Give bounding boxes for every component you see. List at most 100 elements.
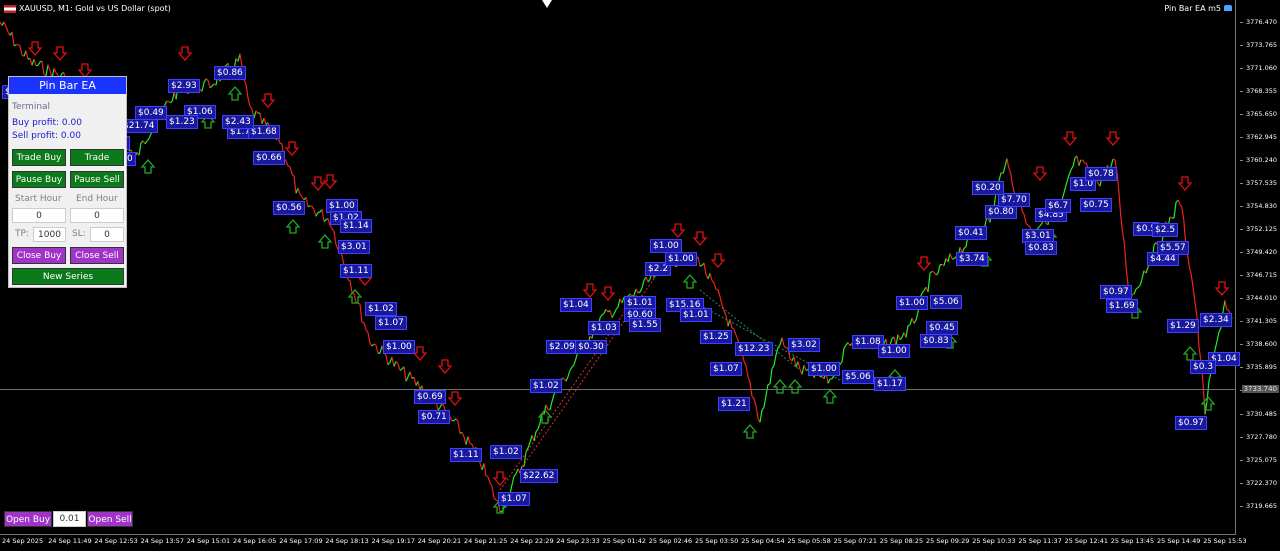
pause-sell-button[interactable]: Pause Sell xyxy=(70,171,124,188)
price-segment xyxy=(1009,168,1011,173)
profit-label: $0.97 xyxy=(1100,285,1132,299)
sell-arrow-icon xyxy=(262,94,274,107)
profit-label: $0.83 xyxy=(920,334,952,348)
sl-input[interactable]: 0 xyxy=(90,227,124,242)
profit-label: $1.01 xyxy=(680,308,712,322)
price-segment xyxy=(772,366,774,369)
price-segment xyxy=(18,45,20,46)
price-segment xyxy=(726,315,728,326)
open-sell-button[interactable]: Open Sell xyxy=(87,511,133,527)
buy-arrow-icon xyxy=(684,275,696,288)
price-segment xyxy=(298,188,300,194)
price-segment xyxy=(468,436,470,443)
price-segment xyxy=(376,345,378,353)
close-sell-button[interactable]: Close Sell xyxy=(70,247,124,264)
price-segment xyxy=(312,206,314,210)
price-segment xyxy=(908,325,910,326)
sell-profit: Sell profit: 0.00 xyxy=(12,131,81,141)
sell-arrow-icon xyxy=(439,360,451,373)
price-segment xyxy=(612,314,614,318)
price-segment xyxy=(934,272,936,275)
price-segment xyxy=(760,410,762,422)
price-segment xyxy=(714,283,716,290)
price-segment xyxy=(314,210,316,216)
profit-label: $3.02 xyxy=(788,338,820,352)
time-tick: 25 Sep 11:37 xyxy=(1018,537,1061,545)
profit-label: $3.01 xyxy=(338,240,370,254)
price-segment xyxy=(914,320,916,323)
end-hour-input[interactable]: 0 xyxy=(70,208,124,223)
panel-title[interactable]: Pin Bar EA xyxy=(9,77,126,94)
profit-label: $0.75 xyxy=(1080,198,1112,212)
time-axis[interactable]: 24 Sep 202524 Sep 11:4924 Sep 12:5324 Se… xyxy=(0,534,1236,551)
price-segment xyxy=(640,288,642,292)
price-segment xyxy=(900,337,902,340)
price-segment xyxy=(842,348,844,362)
price-segment xyxy=(1083,160,1085,163)
profit-label: $1.11 xyxy=(450,448,482,462)
profit-label: $1.02 xyxy=(365,302,397,316)
price-segment xyxy=(256,111,258,113)
price-axis[interactable]: 3776.4703773.7653771.0603768.3553765.650… xyxy=(1235,0,1280,534)
price-segment xyxy=(636,289,638,293)
price-segment xyxy=(1191,275,1193,288)
profit-label: $1.02 xyxy=(530,379,562,393)
price-segment xyxy=(566,377,568,381)
price-segment xyxy=(374,344,376,345)
price-segment xyxy=(1024,215,1026,224)
trade-sell-button[interactable]: Trade xyxy=(70,149,124,166)
time-tick: 25 Sep 09:29 xyxy=(926,537,969,545)
price-tick: 3768.355 xyxy=(1246,87,1277,95)
start-hour-input[interactable]: 0 xyxy=(12,208,66,223)
price-tick: 3746.715 xyxy=(1246,271,1277,279)
price-segment xyxy=(20,46,22,56)
price-segment xyxy=(754,398,756,406)
price-segment xyxy=(570,367,572,370)
new-series-button[interactable]: New Series xyxy=(12,268,124,285)
price-segment xyxy=(400,369,402,370)
price-segment xyxy=(916,312,918,320)
buy-arrow-icon xyxy=(744,425,756,438)
current-price-line xyxy=(0,389,1236,390)
lot-size-input[interactable]: 0.01 xyxy=(53,511,86,527)
price-segment xyxy=(1111,159,1113,165)
price-segment xyxy=(306,197,308,206)
price-segment xyxy=(250,106,252,109)
time-tick: 25 Sep 04:54 xyxy=(741,537,784,545)
price-segment xyxy=(546,405,548,410)
price-tick: 3776.470 xyxy=(1246,18,1277,26)
profit-label: $1.00 xyxy=(808,362,840,376)
chart-title-text: XAUUSD, M1: Gold vs US Dollar (spot) xyxy=(19,4,171,13)
price-segment xyxy=(552,394,554,401)
profit-label: $1.00 xyxy=(878,344,910,358)
price-segment xyxy=(936,274,938,275)
buy-arrow-icon xyxy=(1184,347,1196,360)
ea-label[interactable]: Pin Bar EA m5 xyxy=(1164,4,1232,13)
price-segment xyxy=(398,364,400,371)
pause-buy-button[interactable]: Pause Buy xyxy=(12,171,66,188)
profit-label: $0.80 xyxy=(985,205,1017,219)
price-tick: 3725.075 xyxy=(1246,456,1277,464)
profit-label: $5.57 xyxy=(1157,241,1189,255)
price-segment xyxy=(734,329,736,335)
price-segment xyxy=(910,318,912,325)
price-segment xyxy=(286,161,288,166)
price-segment xyxy=(334,231,336,244)
open-buy-button[interactable]: Open Buy xyxy=(4,511,52,527)
price-segment xyxy=(950,253,952,258)
current-price-tag: 3733.740 xyxy=(1242,385,1279,393)
profit-label: $1.07 xyxy=(710,362,742,376)
price-segment xyxy=(1119,190,1121,215)
profit-label: $0.86 xyxy=(214,66,246,80)
profit-label: $5.06 xyxy=(930,295,962,309)
price-segment xyxy=(458,422,460,434)
price-segment xyxy=(1184,220,1186,243)
time-tick: 25 Sep 05:58 xyxy=(787,537,830,545)
time-tick: 24 Sep 23:33 xyxy=(556,537,599,545)
close-buy-button[interactable]: Close Buy xyxy=(12,247,66,264)
tp-input[interactable]: 1000 xyxy=(33,227,66,242)
price-segment xyxy=(766,385,768,396)
trade-buy-button[interactable]: Trade Buy xyxy=(12,149,66,166)
buy-arrow-icon xyxy=(319,235,331,248)
price-segment xyxy=(1022,211,1024,214)
